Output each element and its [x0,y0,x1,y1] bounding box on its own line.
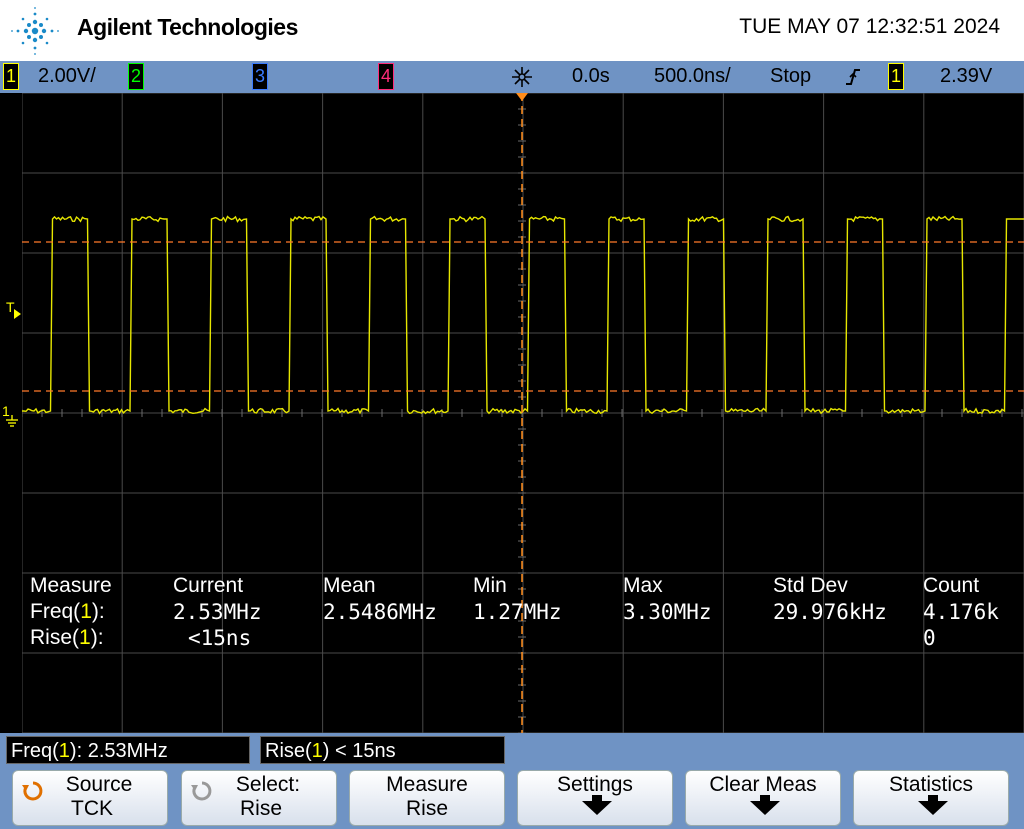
header-max: Max [623,574,663,597]
settings-softkey[interactable]: Settings [517,770,673,826]
status-bar: 1 2.00V/ 2 3 4 0.0s 500.0ns/ Stop 1 2.39… [0,61,1024,93]
agilent-spark-logo [11,7,59,55]
title-bar: Agilent Technologies TUE MAY 07 12:32:51… [0,0,1024,61]
softkey-panel: Freq(1): 2.53MHz Rise(1) < 15ns Source T… [0,733,1024,829]
time-scale: 500.0ns/ [654,65,731,87]
source-label: Source [65,773,133,796]
trigger-arrow-icon [14,309,21,319]
statistics-softkey[interactable]: Statistics [853,770,1009,826]
freq-mean: 2.5486MHz [323,600,437,624]
header-current: Current [173,574,244,597]
marker-strip: T 1 [0,93,22,733]
clear-meas-label: Clear Meas [709,773,817,796]
source-value: TCK [71,797,113,820]
channel-2-badge[interactable]: 2 [128,63,144,90]
header-min: Min [473,574,507,597]
brand-name: Agilent Technologies [77,14,298,40]
run-state: Stop [770,65,812,87]
statistics-label: Statistics [888,773,974,796]
rise-count: 0 [923,626,936,650]
submenu-arrow-head-icon [750,801,780,815]
select-softkey[interactable]: Select: Rise [181,770,337,826]
trigger-level: 2.39V [940,65,993,87]
channel-4-badge[interactable]: 4 [378,63,394,90]
header-stddev: Std Dev [773,574,848,597]
measure-label: Measure [386,773,468,796]
submenu-arrow-head-icon [582,801,612,815]
rise-current: <15ns [188,626,252,650]
freq-count: 4.176k [923,600,999,624]
channel-1-scale: 2.00V/ [38,65,96,87]
time-delay: 0.0s [572,65,610,87]
submenu-arrow-head-icon [918,801,948,815]
waveform-display[interactable] [22,93,1024,733]
graticule [22,93,1024,733]
date-time: TUE MAY 07 12:32:51 2024 [739,15,1000,38]
rise-result: Rise(1) < 15ns [260,736,505,764]
freq-result: Freq(1): 2.53MHz [6,736,250,764]
header-measure: Measure [30,574,112,597]
freq-stddev: 29.976kHz [773,600,887,624]
select-label: Select: [235,773,301,796]
source-softkey[interactable]: Source TCK [12,770,168,826]
row-label: Rise(1): [30,626,104,649]
freq-min: 1.27MHz [473,600,562,624]
row-label: Freq(1): [30,600,105,623]
trigger-source-badge[interactable]: 1 [888,63,904,90]
clear-meas-softkey[interactable]: Clear Meas [685,770,841,826]
ground-icon [6,415,18,427]
freq-max: 3.30MHz [623,600,712,624]
channel-3-badge[interactable]: 3 [252,63,268,90]
channel-1-badge[interactable]: 1 [3,63,19,90]
measure-value: Rise [405,797,448,820]
measure-softkey[interactable]: Measure Rise [349,770,505,826]
trigger-position-icon [516,93,528,101]
select-value: Rise [239,797,282,820]
header-count: Count [923,574,980,597]
freq-current: 2.53MHz [173,600,262,624]
settings-label: Settings [557,773,633,796]
horizontal-delay-icon [512,67,532,87]
header-mean: Mean [323,574,376,597]
rising-edge-trigger-icon [846,69,860,85]
